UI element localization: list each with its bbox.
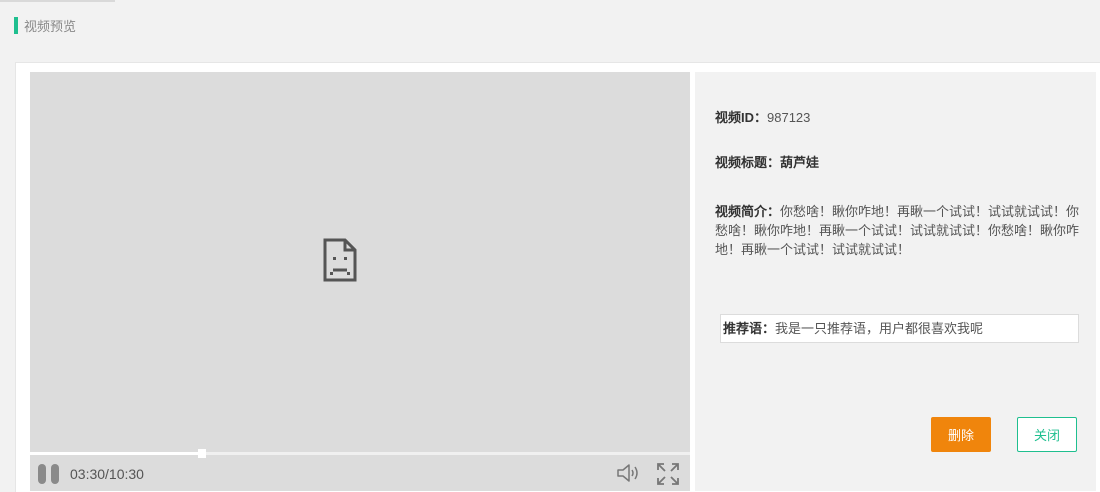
- close-button[interactable]: 关闭: [1017, 417, 1077, 452]
- page-header: 视频预览: [0, 0, 1100, 56]
- player-controls: 03:30/10:30: [30, 455, 690, 491]
- recommend-field[interactable]: 推荐语：我是一只推荐语，用户都很喜欢我呢: [720, 314, 1079, 343]
- recommend-value: 我是一只推荐语，用户都很喜欢我呢: [775, 321, 984, 336]
- video-title-row: 视频标题：葫芦娃: [715, 153, 819, 172]
- video-info-panel: 视频ID：987123 视频标题：葫芦娃 视频简介：你愁啥！瞅你咋地！再瞅一个试…: [695, 72, 1096, 491]
- fullscreen-icon[interactable]: [656, 462, 680, 486]
- volume-icon[interactable]: [616, 462, 642, 484]
- video-description-label: 视频简介：: [715, 204, 781, 219]
- page-title: 视频预览: [24, 19, 77, 34]
- pause-icon: [38, 464, 46, 484]
- pause-button[interactable]: [38, 464, 60, 484]
- video-title-value: 葫芦娃: [780, 155, 820, 170]
- video-id-value: 987123: [767, 110, 811, 125]
- video-id-row: 视频ID：987123: [715, 108, 810, 127]
- video-description-row: 视频简介：你愁啥！瞅你咋地！再瞅一个试试！试试就试试！你愁啥！瞅你咋地！再瞅一个…: [715, 202, 1085, 259]
- header-accent-bar: [14, 17, 18, 34]
- broken-file-icon: [323, 238, 357, 282]
- video-id-label: 视频ID：: [715, 110, 768, 125]
- recommend-label: 推荐语：: [723, 321, 776, 336]
- video-player[interactable]: 03:30/10:30: [30, 72, 690, 491]
- time-display: 03:30/10:30: [70, 466, 144, 482]
- pause-icon-bar: [51, 464, 59, 484]
- video-title-label: 视频标题：: [715, 155, 781, 170]
- delete-button[interactable]: 删除: [931, 417, 991, 452]
